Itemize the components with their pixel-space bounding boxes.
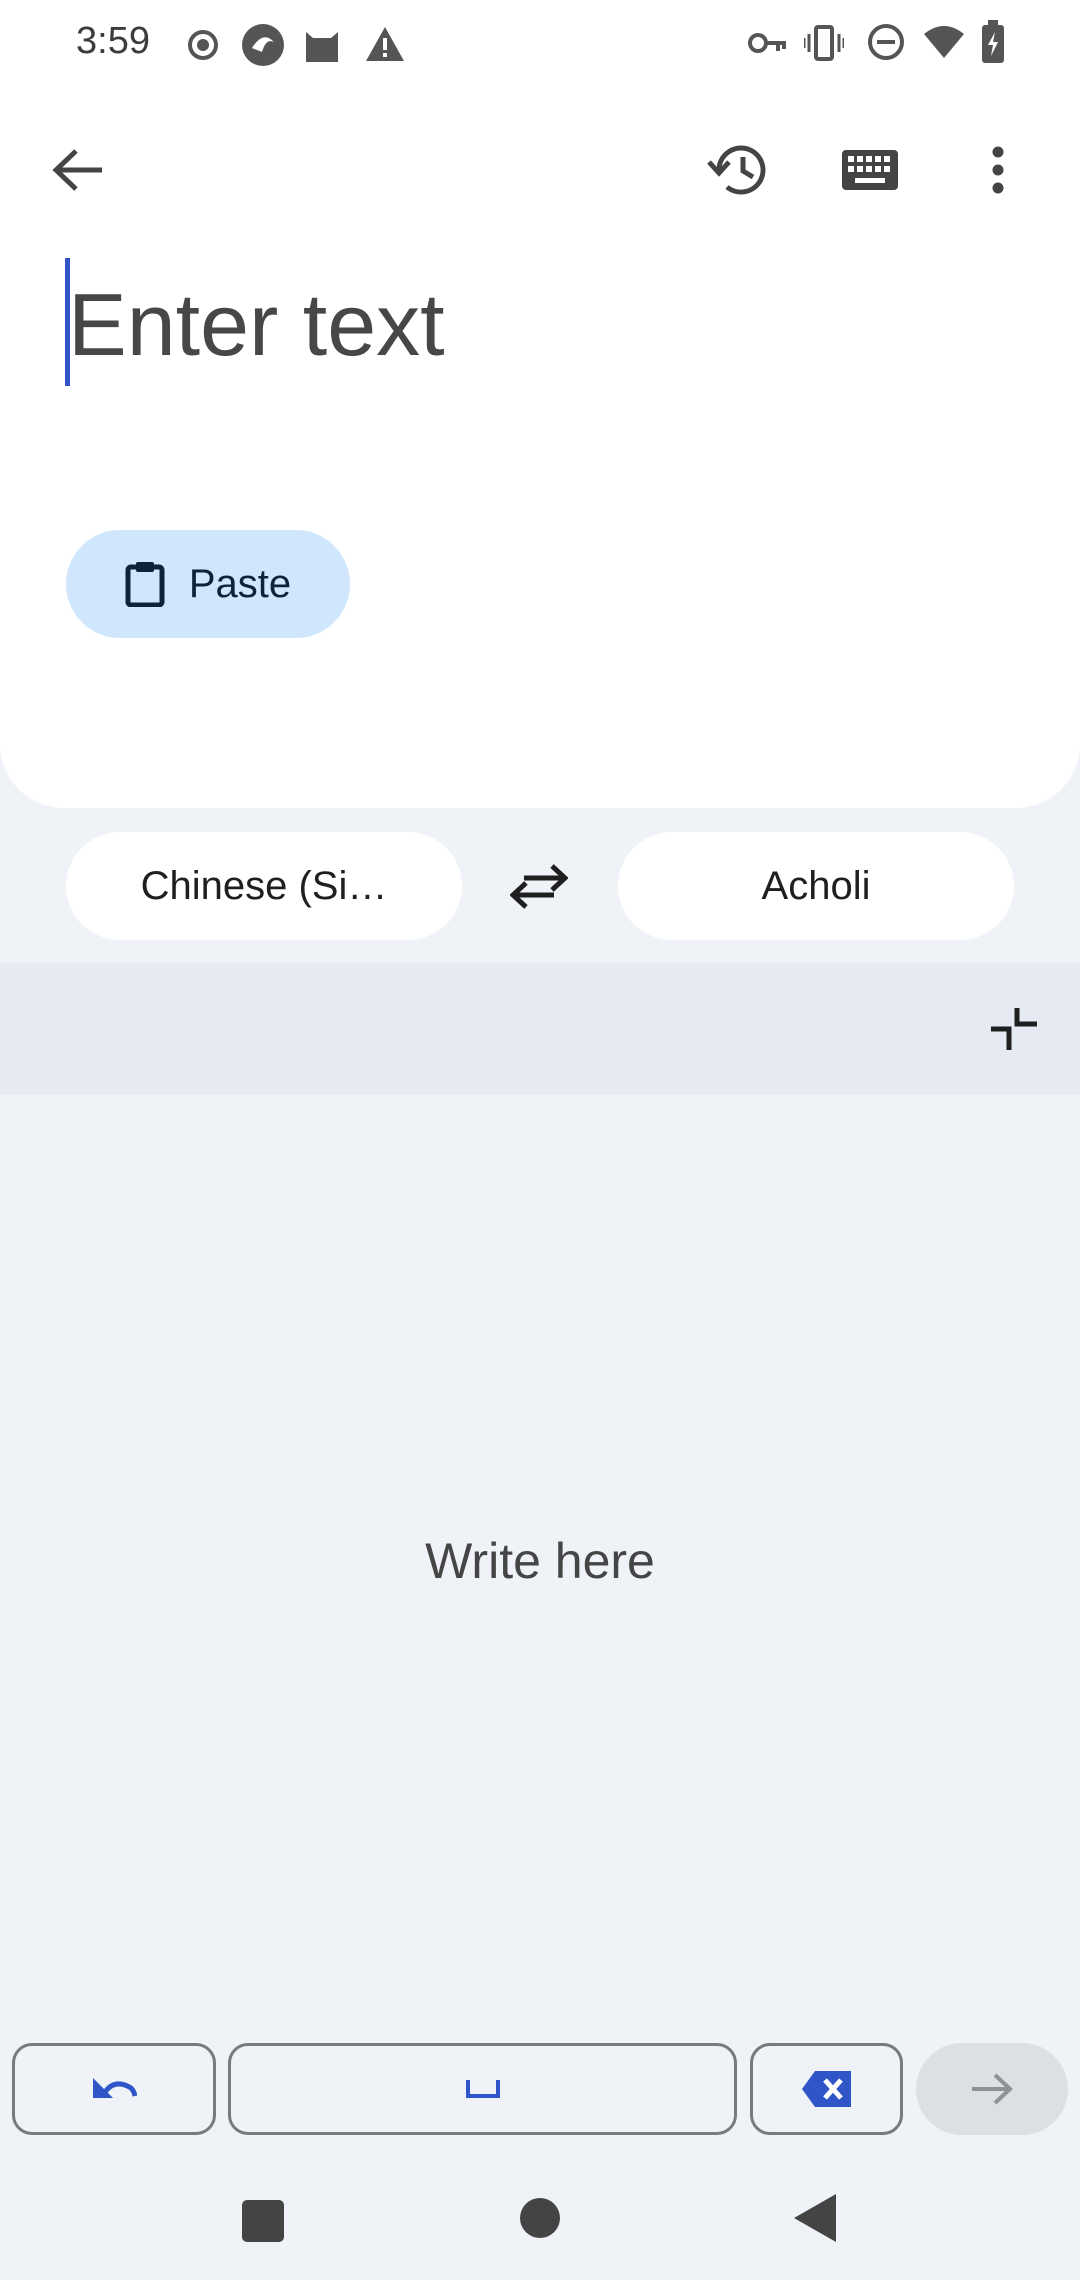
undo-icon xyxy=(93,2078,137,2098)
source-language-label: Chinese (Si… xyxy=(140,863,388,908)
arrow-right-icon xyxy=(972,2073,1013,2105)
dnd-icon xyxy=(868,24,904,60)
warning-icon xyxy=(366,27,404,61)
target-language-label: Acholi xyxy=(761,863,871,908)
wifi-icon xyxy=(924,26,964,58)
system-nav-bar xyxy=(0,2170,1080,2280)
more-vert-icon xyxy=(992,146,1004,194)
source-language-button[interactable]: Chinese (Si… xyxy=(66,832,462,940)
source-text-input[interactable]: Enter text xyxy=(68,270,445,380)
status-time: 3:59 xyxy=(76,20,150,62)
clipboard-icon xyxy=(125,562,165,607)
input-card xyxy=(0,0,1080,808)
handwriting-header xyxy=(0,963,1080,1095)
history-button[interactable] xyxy=(690,122,786,218)
paste-button[interactable]: Paste xyxy=(66,530,350,638)
arrow-left-icon xyxy=(52,149,102,191)
status-bar: 3:59 xyxy=(0,0,1080,90)
app-badge-icon xyxy=(242,24,284,66)
keyboard-button[interactable] xyxy=(822,122,918,218)
enter-key[interactable] xyxy=(916,2043,1068,2135)
vpn-key-icon xyxy=(748,33,786,53)
collapse-icon xyxy=(991,1008,1037,1050)
backspace-icon xyxy=(801,2071,851,2107)
home-button[interactable] xyxy=(518,2196,562,2240)
swap-languages-button[interactable] xyxy=(491,838,587,934)
battery-icon xyxy=(982,20,1004,63)
keyboard-icon xyxy=(842,150,898,190)
space-bar-icon xyxy=(465,2080,500,2098)
vibrate-icon xyxy=(804,25,844,61)
undo-key[interactable] xyxy=(12,2043,216,2135)
write-here-prompt: Write here xyxy=(425,1533,655,1589)
collapse-handwriting-button[interactable] xyxy=(966,981,1062,1077)
back-nav-button[interactable] xyxy=(792,2192,838,2244)
history-icon xyxy=(707,145,766,195)
back-button[interactable] xyxy=(30,122,126,218)
space-key[interactable] xyxy=(228,2043,737,2135)
target-language-button[interactable]: Acholi xyxy=(618,832,1014,940)
more-options-button[interactable] xyxy=(950,122,1046,218)
paste-label: Paste xyxy=(188,561,292,606)
delete-key[interactable] xyxy=(750,2043,903,2135)
record-icon xyxy=(188,30,218,60)
cat-icon xyxy=(306,32,338,62)
recents-button[interactable] xyxy=(240,2198,286,2244)
swap-icon xyxy=(510,864,568,909)
